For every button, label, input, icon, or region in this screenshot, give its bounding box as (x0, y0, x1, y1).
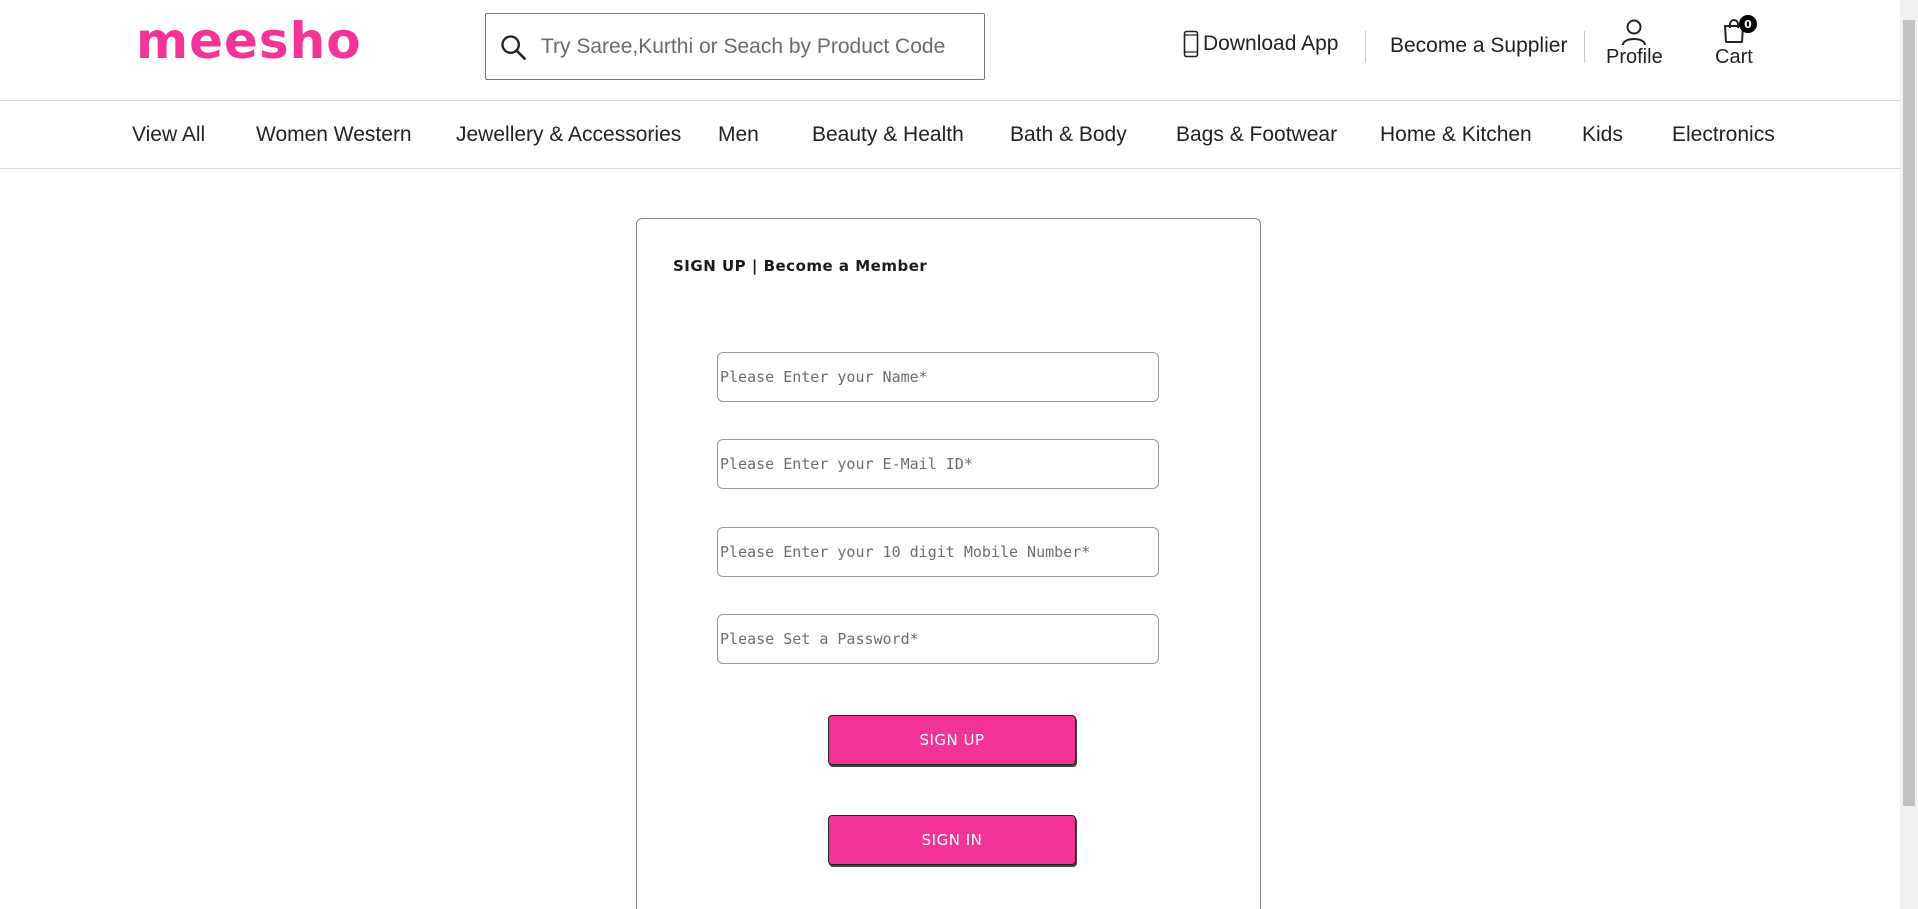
category-men[interactable]: Men (718, 123, 759, 147)
download-app-link[interactable]: Download App (1183, 30, 1338, 58)
mobile-number-field[interactable] (717, 527, 1159, 577)
category-nav: View All Women Western Jewellery & Acces… (0, 101, 1900, 169)
category-jewellery-accessories[interactable]: Jewellery & Accessories (456, 123, 681, 147)
sign-in-button[interactable]: SIGN IN (828, 815, 1076, 865)
category-view-all[interactable]: View All (132, 123, 205, 147)
profile-label: Profile (1606, 46, 1663, 68)
mobile-phone-icon (1183, 30, 1199, 58)
user-icon (1622, 19, 1647, 46)
signup-title: SIGN UP | Become a Member (673, 257, 928, 275)
search-bar[interactable] (485, 13, 985, 80)
signup-card: SIGN UP | Become a Member SIGN UP SIGN I… (636, 218, 1261, 909)
download-app-label: Download App (1203, 32, 1339, 55)
cart-icon-wrap: 0 (1722, 15, 1757, 46)
category-home-kitchen[interactable]: Home & Kitchen (1380, 123, 1532, 147)
become-supplier-link[interactable]: Become a Supplier (1390, 34, 1567, 58)
header-divider (1584, 31, 1585, 63)
cart-button[interactable]: 0 Cart (1715, 15, 1757, 69)
category-women-western[interactable]: Women Western (256, 123, 412, 147)
vertical-scrollbar-thumb[interactable] (1903, 20, 1915, 806)
category-beauty-health[interactable]: Beauty & Health (812, 123, 964, 147)
sign-up-button[interactable]: SIGN UP (828, 715, 1076, 765)
meesho-logo[interactable]: meesho (136, 12, 362, 70)
search-icon (501, 34, 526, 60)
category-bath-body[interactable]: Bath & Body (1010, 123, 1127, 147)
top-header: meesho Download App Become a Supplier (0, 0, 1900, 101)
category-electronics[interactable]: Electronics (1672, 123, 1775, 147)
header-divider (1365, 31, 1366, 63)
cart-label: Cart (1715, 46, 1753, 68)
search-input[interactable] (541, 34, 961, 59)
profile-button[interactable]: Profile (1606, 18, 1663, 69)
category-bags-footwear[interactable]: Bags & Footwear (1176, 123, 1337, 147)
category-kids[interactable]: Kids (1582, 123, 1623, 147)
page: meesho Download App Become a Supplier (0, 0, 1918, 909)
password-field[interactable] (717, 614, 1159, 664)
cart-count-badge: 0 (1738, 15, 1757, 33)
name-field[interactable] (717, 352, 1159, 402)
email-field[interactable] (717, 439, 1159, 489)
